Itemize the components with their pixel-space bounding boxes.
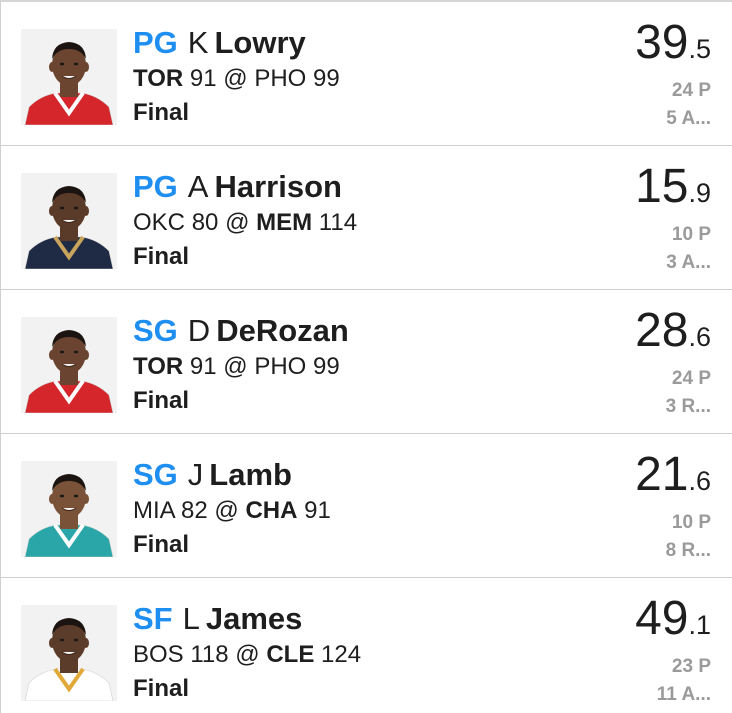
- away-score: 80: [191, 209, 219, 236]
- game-status: Final: [133, 675, 190, 702]
- position-label: SG: [133, 313, 178, 348]
- position-label: SF: [133, 601, 173, 636]
- stat-line-2: 8 R...: [665, 540, 711, 561]
- player-first-initial: J: [187, 457, 204, 492]
- stat-line-1: 10 P: [671, 224, 711, 245]
- fantasy-points-whole: 15: [635, 160, 689, 213]
- player-headshot-image: [21, 173, 117, 269]
- game-status: Final: [133, 99, 190, 126]
- fantasy-points: 39.5: [635, 16, 711, 76]
- home-score: 91: [304, 497, 331, 524]
- player-photo: [21, 173, 117, 269]
- home-score: 99: [313, 65, 340, 92]
- player-name-line: SF L James: [133, 600, 302, 638]
- player-row[interactable]: SG J Lamb MIA 82 @ CHA 91 Final 21.6 10 P 8 R..…: [1, 434, 732, 578]
- player-headshot-image: [21, 29, 117, 125]
- home-score: 124: [321, 641, 362, 668]
- stat-line-1: 23 P: [671, 656, 711, 677]
- fantasy-points: 15.9: [635, 160, 711, 220]
- player-photo: [21, 461, 117, 557]
- player-photo: [21, 29, 117, 125]
- player-name-line: PG A Harrison: [133, 168, 342, 206]
- away-score: 118: [190, 641, 229, 668]
- position-label: PG: [133, 25, 178, 60]
- away-team: TOR: [133, 65, 184, 92]
- player-last-name: James: [205, 601, 303, 636]
- player-row[interactable]: PG K Lowry TOR 91 @ PHO 99 Final 39.5 24 P 5 A.…: [1, 2, 732, 146]
- fantasy-points-whole: 28: [635, 304, 689, 357]
- player-name-line: SG D DeRozan: [133, 312, 349, 350]
- fantasy-points-whole: 21: [635, 448, 689, 501]
- matchup-separator: @: [223, 65, 248, 92]
- player-photo: [21, 605, 117, 701]
- away-score: 82: [181, 497, 208, 524]
- position-label: SG: [133, 457, 178, 492]
- home-score: 114: [318, 209, 358, 236]
- away-team: TOR: [133, 353, 184, 380]
- player-last-name: Lowry: [214, 25, 306, 60]
- player-first-initial: L: [182, 601, 200, 636]
- home-score: 99: [313, 353, 340, 380]
- player-last-name: DeRozan: [216, 313, 349, 348]
- player-headshot-image: [21, 605, 117, 701]
- game-matchup: OKC 80 @ MEM 114: [133, 208, 357, 238]
- fantasy-points-decimal: .5: [688, 34, 711, 64]
- away-team: OKC: [133, 209, 186, 236]
- stat-line-2: 3 R...: [665, 396, 711, 417]
- home-team: MEM: [256, 209, 313, 236]
- fantasy-points-whole: 49: [635, 592, 689, 645]
- player-headshot-image: [21, 461, 117, 557]
- fantasy-points-decimal: .1: [688, 610, 711, 640]
- away-score: 91: [189, 353, 217, 380]
- player-photo: [21, 317, 117, 413]
- matchup-separator: @: [235, 641, 260, 668]
- player-last-name: Harrison: [214, 169, 342, 204]
- player-headshot-image: [21, 317, 117, 413]
- player-row[interactable]: SF L James BOS 118 @ CLE 124 Final 49.1 23 P 11…: [1, 578, 732, 713]
- matchup-separator: @: [223, 353, 248, 380]
- stat-line-2: 5 A...: [666, 108, 711, 129]
- player-first-initial: D: [187, 313, 211, 348]
- player-first-initial: K: [187, 25, 209, 60]
- player-row[interactable]: PG A Harrison OKC 80 @ MEM 114 Final 15.9 10 P…: [1, 146, 732, 290]
- fantasy-points-decimal: .6: [688, 322, 711, 352]
- stat-line-1: 10 P: [671, 512, 711, 533]
- stat-line-1: 24 P: [671, 368, 711, 389]
- matchup-separator: @: [214, 497, 239, 524]
- stat-line-2: 3 A...: [666, 252, 711, 273]
- fantasy-points: 28.6: [635, 304, 711, 364]
- player-first-initial: A: [187, 169, 209, 204]
- game-status: Final: [133, 243, 190, 270]
- matchup-separator: @: [225, 209, 250, 236]
- player-lineup-list: PG K Lowry TOR 91 @ PHO 99 Final 39.5 24 P 5 A.…: [0, 0, 732, 713]
- away-team: BOS: [133, 641, 184, 668]
- game-matchup: TOR 91 @ PHO 99: [133, 352, 340, 382]
- player-name-line: SG J Lamb: [133, 456, 292, 494]
- stat-line-2: 11 A...: [656, 684, 711, 705]
- fantasy-points: 49.1: [635, 592, 711, 652]
- game-status: Final: [133, 387, 190, 414]
- player-last-name: Lamb: [209, 457, 292, 492]
- position-label: PG: [133, 169, 178, 204]
- fantasy-points-decimal: .6: [688, 466, 711, 496]
- away-score: 91: [189, 65, 217, 92]
- fantasy-points: 21.6: [635, 448, 711, 508]
- game-matchup: TOR 91 @ PHO 99: [133, 64, 340, 94]
- fantasy-points-decimal: .9: [688, 178, 711, 208]
- game-matchup: MIA 82 @ CHA 91: [133, 496, 331, 526]
- player-row[interactable]: SG D DeRozan TOR 91 @ PHO 99 Final 28.6 24 P 3 …: [1, 290, 732, 434]
- player-name-line: PG K Lowry: [133, 24, 306, 62]
- home-team: PHO: [254, 65, 307, 92]
- game-matchup: BOS 118 @ CLE 124: [133, 640, 361, 670]
- fantasy-points-whole: 39: [635, 16, 689, 69]
- home-team: CLE: [266, 641, 315, 668]
- stat-line-1: 24 P: [671, 80, 711, 101]
- away-team: MIA: [133, 497, 175, 524]
- home-team: PHO: [254, 353, 307, 380]
- home-team: CHA: [245, 497, 298, 524]
- game-status: Final: [133, 531, 190, 558]
